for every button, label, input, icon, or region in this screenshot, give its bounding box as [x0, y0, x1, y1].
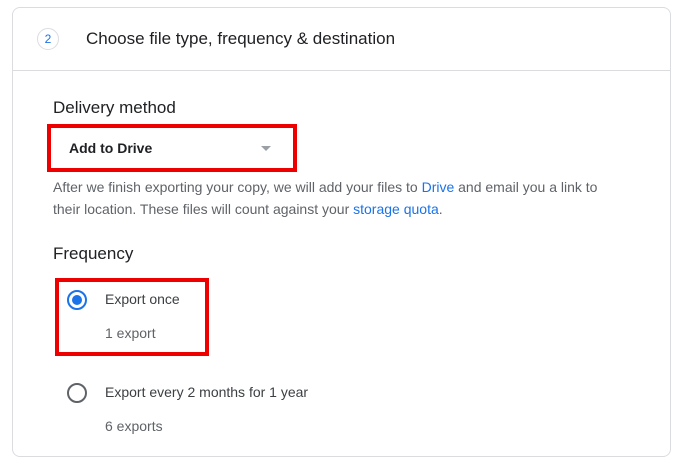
radio-unchecked-icon[interactable] — [67, 383, 87, 403]
radio-label: Export once — [105, 291, 180, 307]
description-text: After we finish exporting your copy, we … — [53, 179, 422, 195]
drive-link[interactable]: Drive — [422, 179, 455, 195]
delivery-method-select[interactable]: Add to Drive — [57, 126, 285, 170]
radio-label: Export every 2 months for 1 year — [105, 384, 309, 400]
step-number-badge: 2 — [37, 28, 59, 50]
radio-sublabel: 6 exports — [105, 418, 163, 434]
delivery-method-value: Add to Drive — [69, 140, 153, 156]
delivery-description: After we finish exporting your copy, we … — [53, 176, 623, 220]
description-text: . — [438, 201, 443, 217]
delivery-method-label: Delivery method — [53, 98, 176, 117]
step-title: Choose file type, frequency & destinatio… — [86, 29, 396, 48]
step-header[interactable]: 2 Choose file type, frequency & destinat… — [13, 8, 670, 71]
storage-quota-link[interactable]: storage quota — [353, 201, 439, 217]
frequency-label: Frequency — [53, 244, 134, 263]
caret-down-icon — [261, 146, 271, 151]
export-settings-card: 2 Choose file type, frequency & destinat… — [12, 7, 671, 457]
radio-sublabel: 1 export — [105, 325, 156, 341]
radio-checked-icon[interactable] — [67, 290, 87, 310]
